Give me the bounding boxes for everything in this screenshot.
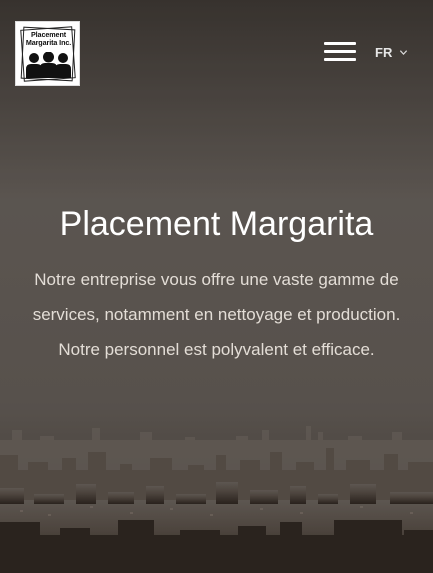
people-group-icon bbox=[26, 52, 71, 78]
language-selector[interactable]: FR bbox=[375, 44, 408, 60]
hero-title: Placement Margarita bbox=[59, 205, 374, 243]
logo-text: Placement Margarita Inc. bbox=[16, 31, 81, 47]
language-label: FR bbox=[375, 44, 393, 60]
hero-description: Notre entreprise vous offre une vaste ga… bbox=[32, 270, 401, 359]
chevron-down-icon bbox=[400, 49, 408, 55]
hamburger-bar bbox=[324, 50, 356, 53]
hamburger-bar bbox=[324, 42, 356, 45]
hamburger-bar bbox=[324, 58, 356, 61]
hamburger-menu-icon[interactable] bbox=[324, 42, 356, 62]
company-logo[interactable]: Placement Margarita Inc. bbox=[15, 21, 80, 86]
logo-line-2: Margarita Inc. bbox=[25, 38, 72, 47]
